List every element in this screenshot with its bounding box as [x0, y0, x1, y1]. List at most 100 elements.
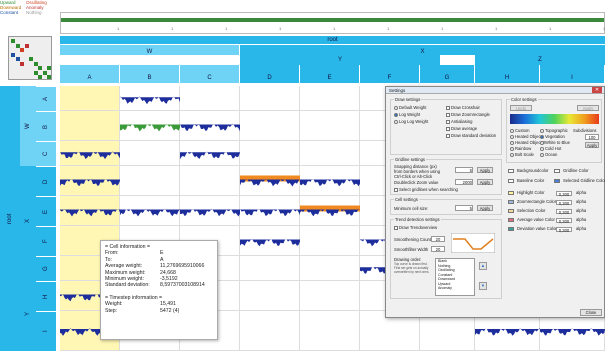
check-draw-crosshair[interactable]: Draw Crosshair: [446, 105, 480, 110]
color-apply-button[interactable]: Apply: [577, 105, 599, 111]
check-draw-average[interactable]: Draw average: [446, 126, 477, 131]
move-down-button[interactable]: ▼: [479, 282, 487, 290]
grid-cell[interactable]: [300, 281, 360, 311]
grid-cell[interactable]: [120, 166, 180, 196]
cell-apply-button[interactable]: Apply: [477, 205, 493, 211]
grid-cell[interactable]: [60, 111, 120, 141]
background-color-swatch[interactable]: [508, 169, 514, 173]
check-draw-std[interactable]: Draw standard deviation: [446, 133, 496, 138]
row-header-b[interactable]: B: [36, 111, 56, 141]
grid-cell[interactable]: [120, 141, 180, 166]
row-header-d[interactable]: D: [36, 166, 56, 196]
row-header-c[interactable]: C: [36, 141, 56, 166]
radio-bolt-scale[interactable]: Bolt Scale: [510, 152, 534, 157]
grid-cell[interactable]: [240, 281, 300, 311]
column-header-f[interactable]: F: [360, 65, 420, 83]
grid-cell[interactable]: [300, 256, 360, 281]
selection-color-swatch[interactable]: [508, 209, 514, 213]
zoomrect-color-swatch[interactable]: [508, 200, 514, 204]
grid-cell[interactable]: [60, 86, 120, 111]
avg-value-color-alpha-input[interactable]: 0,300: [556, 218, 572, 224]
radio-custom[interactable]: Custom: [510, 128, 529, 133]
doubleclick-apply-button[interactable]: Apply: [477, 179, 493, 185]
row-header-e[interactable]: E: [36, 196, 56, 226]
matrix-overview[interactable]: [8, 36, 52, 80]
column-group-x[interactable]: X: [240, 45, 605, 55]
doubleclick-input[interactable]: 2000: [455, 179, 473, 185]
column-header-e[interactable]: E: [300, 65, 360, 83]
grid-cell[interactable]: [180, 166, 240, 196]
grid-cell[interactable]: [300, 111, 360, 141]
column-sub-y[interactable]: Y: [240, 55, 440, 65]
radio-log-weight[interactable]: Log Weight: [394, 112, 420, 117]
radio-vegetation[interactable]: Vegetation: [540, 134, 565, 139]
row-header-h[interactable]: H: [36, 281, 56, 311]
min-cell-size-input[interactable]: 5: [455, 205, 473, 211]
column-header-g[interactable]: G: [420, 65, 475, 83]
check-select-gridlines[interactable]: Select gridlines when searching: [394, 187, 458, 192]
selected-gridline-color-swatch[interactable]: [554, 179, 560, 183]
column-header-i[interactable]: I: [540, 65, 605, 83]
column-header-d[interactable]: D: [240, 65, 300, 83]
dialog-close-icon[interactable]: ✕: [592, 87, 602, 93]
row-header-a[interactable]: A: [36, 86, 56, 111]
column-header-b[interactable]: B: [120, 65, 180, 83]
highlight-color-alpha-input[interactable]: 0,300: [556, 191, 572, 197]
trend-settings-group: Trend detection settings Draw Trendoverv…: [390, 217, 502, 299]
drawing-order-item[interactable]: Anomaly: [438, 286, 474, 291]
row-root-header[interactable]: root: [0, 86, 20, 351]
zoomrect-color-alpha-input[interactable]: 0,300: [556, 200, 572, 206]
column-group-w[interactable]: W: [60, 45, 240, 55]
radio-log-log-weight[interactable]: Log Log Weight: [394, 119, 428, 124]
radio-rainbow[interactable]: Rainbow: [510, 146, 531, 151]
column-sub-z[interactable]: Z: [475, 55, 605, 65]
subdivisions-input[interactable]: 100: [585, 134, 599, 140]
snapping-input[interactable]: 5: [455, 167, 473, 173]
smoothening-count-input[interactable]: 20: [431, 236, 445, 242]
radio-heated-object[interactable]: Heated Object: [510, 134, 542, 139]
undo-button[interactable]: Undo: [510, 105, 532, 111]
grid-cell[interactable]: [240, 141, 300, 166]
move-up-button[interactable]: ▲: [479, 262, 487, 270]
drawing-order-list[interactable]: Blank Nothing Oscillating Constant Downward U…: [435, 258, 475, 296]
column-header-a[interactable]: A: [60, 65, 120, 83]
row-group-w[interactable]: W: [20, 86, 36, 166]
radio-cold-hot[interactable]: Cold Hot: [540, 146, 561, 151]
row-group-x[interactable]: X: [20, 166, 36, 276]
grid-cell[interactable]: [300, 226, 360, 256]
close-button[interactable]: Close: [580, 309, 602, 316]
row-header-g[interactable]: G: [36, 256, 56, 281]
column-header-h[interactable]: H: [475, 65, 540, 83]
smoothfilter-width-input[interactable]: 20: [431, 246, 445, 252]
timeline-overview[interactable]: 1111111111: [60, 12, 605, 34]
column-header-c[interactable]: C: [180, 65, 240, 83]
selection-color-alpha-input[interactable]: 0,300: [556, 209, 572, 215]
row-group-y[interactable]: Y: [20, 276, 36, 351]
radio-ocean[interactable]: Ocean: [540, 152, 557, 157]
check-draw-trendoverview[interactable]: Draw Trendoverview: [394, 225, 437, 230]
dev-value-color-swatch[interactable]: [508, 227, 514, 231]
radio-topographic[interactable]: Topographic: [540, 128, 568, 133]
subdivisions-apply-button[interactable]: Apply: [585, 142, 599, 148]
grid-cell[interactable]: [300, 141, 360, 166]
grid-cell[interactable]: [240, 311, 300, 351]
grid-cell[interactable]: [180, 86, 240, 111]
grid-cell[interactable]: [240, 111, 300, 141]
grid-cell[interactable]: [300, 311, 360, 351]
grid-cell[interactable]: [240, 256, 300, 281]
check-draw-zoomrectangle[interactable]: Draw Zoomrectangle: [446, 112, 490, 117]
baseline-color-swatch[interactable]: [508, 179, 514, 183]
avg-value-color-swatch[interactable]: [508, 218, 514, 222]
radio-default-weight[interactable]: Default Weight: [394, 105, 426, 110]
column-root-header[interactable]: root: [60, 36, 605, 44]
grid-cell[interactable]: [240, 86, 300, 111]
highlight-color-swatch[interactable]: [508, 191, 514, 195]
snapping-apply-button[interactable]: Apply: [477, 167, 493, 173]
row-header-f[interactable]: F: [36, 226, 56, 256]
row-header-i[interactable]: I: [36, 311, 56, 351]
radio-white-to-blue[interactable]: White to Blue: [540, 140, 570, 145]
grid-cell[interactable]: [300, 86, 360, 111]
check-antialiasing[interactable]: Antialiasing: [446, 119, 472, 124]
dev-value-color-alpha-input[interactable]: 0,300: [556, 227, 572, 233]
gridline-color-swatch[interactable]: [554, 169, 560, 173]
